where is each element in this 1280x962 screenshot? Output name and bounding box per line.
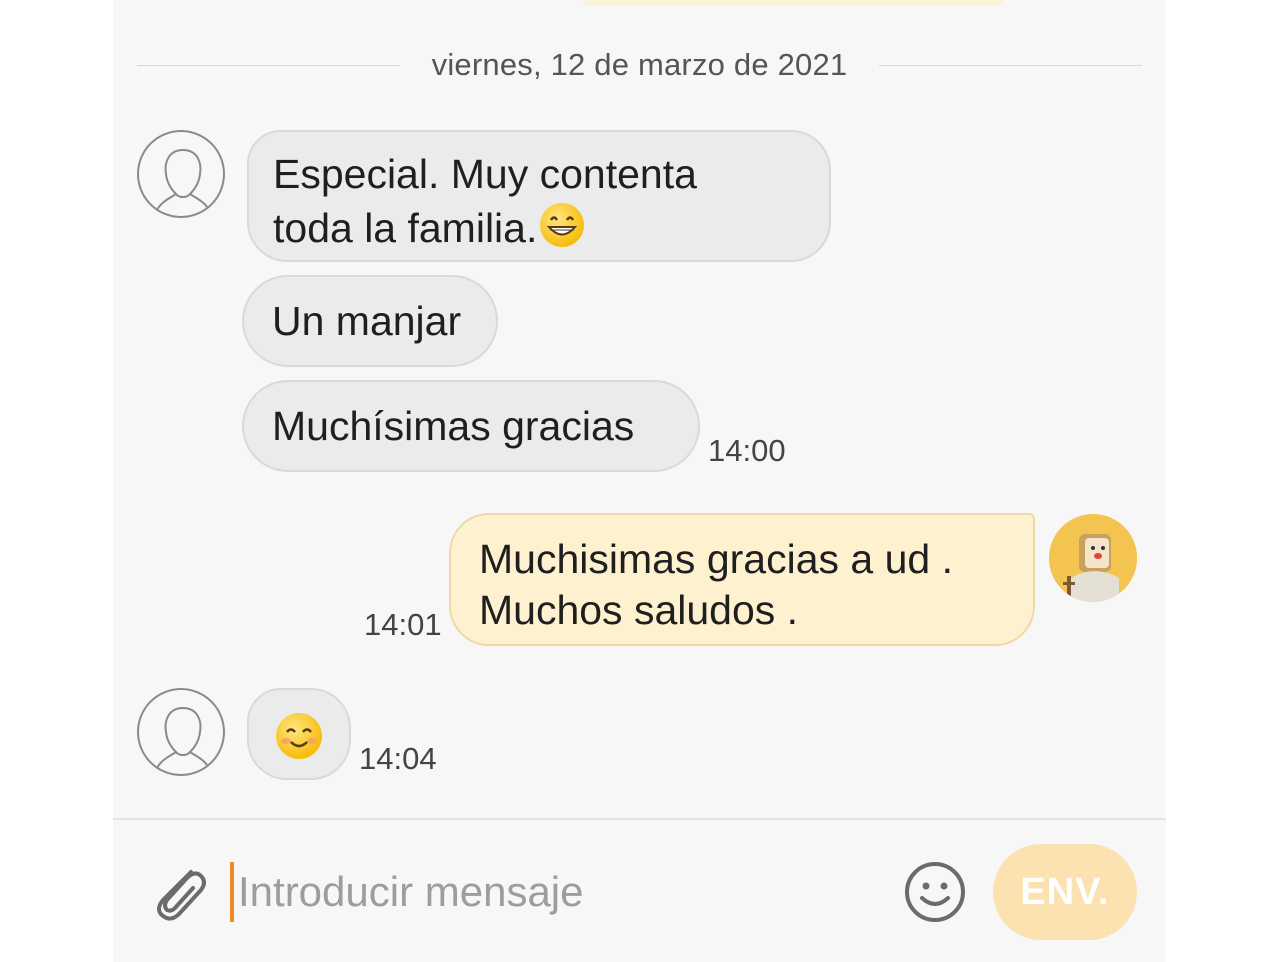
chat-screen: viernes, 12 de marzo de 2021 Especial. M… (113, 0, 1166, 962)
contact-avatar[interactable] (137, 688, 225, 776)
smiley-icon[interactable] (903, 860, 967, 924)
message-bubble-incoming[interactable]: Especial. Muy contenta toda la familia. (247, 130, 831, 262)
message-bubble-incoming[interactable]: Un manjar (242, 275, 498, 367)
paperclip-icon[interactable] (145, 858, 211, 924)
message-bubble-incoming[interactable]: Muchísimas gracias (242, 380, 700, 472)
message-text-line: Muchos saludos . (479, 587, 799, 633)
message-timestamp: 14:00 (708, 433, 786, 468)
self-avatar[interactable] (1049, 514, 1137, 602)
cartoon-character-icon (1049, 514, 1137, 602)
message-timestamp: 14:04 (359, 741, 437, 776)
message-text-line: Muchisimas gracias a ud . (479, 536, 953, 582)
contact-avatar[interactable] (137, 130, 225, 218)
previous-message-edge (583, 0, 1003, 6)
date-separator-label: viernes, 12 de marzo de 2021 (431, 47, 848, 82)
person-icon (156, 149, 210, 211)
message-text-line: toda la familia. (273, 200, 829, 262)
smiling-face-emoji-icon (273, 710, 325, 774)
message-timestamp: 14:01 (364, 607, 442, 642)
message-bubble-incoming[interactable] (247, 688, 351, 780)
person-icon (156, 707, 210, 769)
send-button[interactable]: ENV. (993, 844, 1137, 940)
message-bubble-outgoing[interactable]: Muchisimas gracias a ud . Muchos saludos… (449, 513, 1035, 646)
message-text: Un manjar (272, 298, 462, 344)
message-text: Muchísimas gracias (272, 403, 635, 449)
separator-line-left (137, 64, 400, 66)
message-composer: ENV. (113, 818, 1166, 962)
message-text-line: Especial. Muy contenta (273, 151, 697, 197)
message-input[interactable] (238, 850, 868, 934)
grinning-face-emoji-icon (537, 200, 587, 262)
separator-line-right (879, 64, 1142, 66)
text-cursor (230, 862, 234, 922)
date-separator: viernes, 12 de marzo de 2021 (137, 40, 1142, 90)
